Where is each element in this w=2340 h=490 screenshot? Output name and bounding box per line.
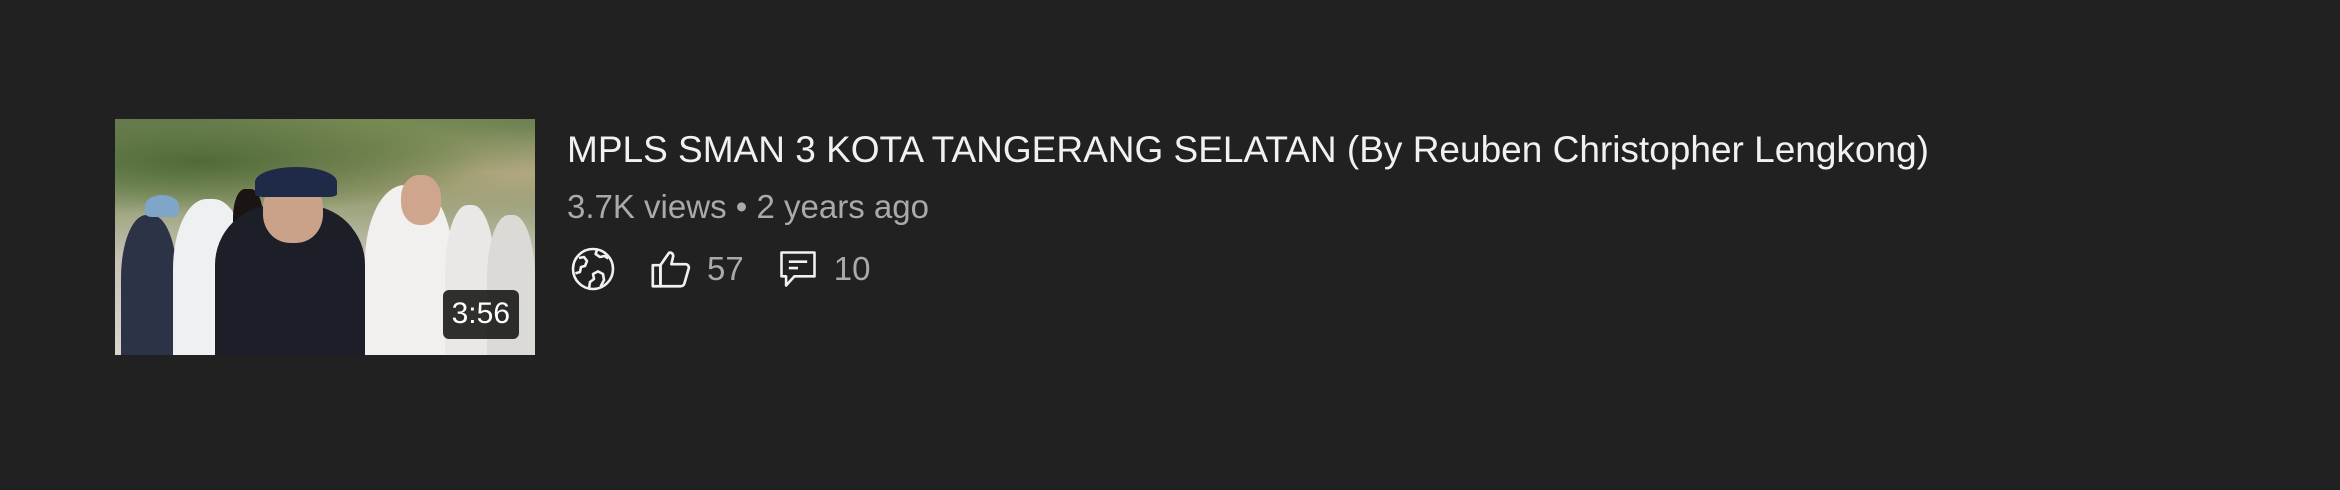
view-count: 3.7K views: [567, 188, 727, 225]
thumbnail-figure: [121, 215, 177, 355]
comment-icon: [772, 243, 824, 295]
video-stats: 57 10: [567, 243, 1929, 295]
thumbnail-figure: [401, 175, 441, 225]
thumbnail-figure: [255, 167, 337, 197]
globe-icon: [567, 243, 619, 295]
video-row[interactable]: 3:56 MPLS SMAN 3 KOTA TANGERANG SELATAN …: [115, 119, 1929, 355]
like-count: 57: [707, 250, 744, 287]
comment-count: 10: [833, 250, 871, 287]
video-thumbnail[interactable]: 3:56: [115, 119, 535, 355]
upload-age: 2 years ago: [756, 188, 929, 225]
comments-stat: 10: [772, 243, 899, 295]
likes-stat: 57: [645, 243, 772, 295]
duration-badge: 3:56: [442, 290, 519, 339]
video-meta: MPLS SMAN 3 KOTA TANGERANG SELATAN (By R…: [567, 119, 1929, 295]
thumbnail-figure: [145, 195, 179, 217]
thumbs-up-icon: [645, 243, 697, 295]
video-title[interactable]: MPLS SMAN 3 KOTA TANGERANG SELATAN (By R…: [567, 127, 1929, 173]
separator-dot: •: [735, 188, 748, 225]
video-subtitle: 3.7K views • 2 years ago: [567, 185, 1929, 229]
